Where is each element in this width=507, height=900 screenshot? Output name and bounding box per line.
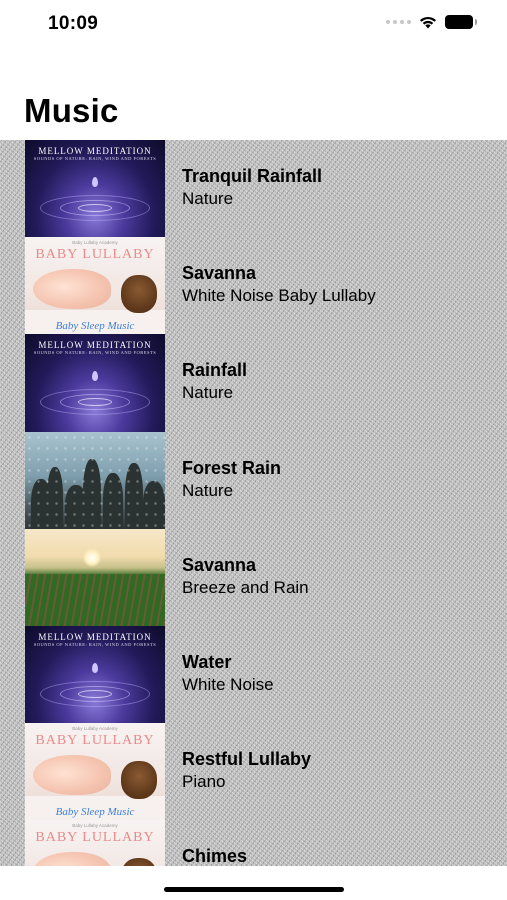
home-indicator[interactable] <box>164 887 344 892</box>
track-subtitle: Nature <box>182 189 234 208</box>
track-subtitle: Nature <box>182 383 234 403</box>
album-art-title: MELLOW MEDITATION <box>38 146 152 156</box>
album-art-footer: Baby Sleep Music <box>55 320 135 333</box>
track-title: Restful Lullaby <box>182 749 312 770</box>
album-art-baby-lullaby: Baby Lullaby AcademyBABY LULLABY Baby Sle… <box>25 723 165 821</box>
status-icons <box>386 15 477 29</box>
track-row[interactable]: MELLOW MEDITATION SOUNDS OF NATURE: RAIN,… <box>0 625 507 724</box>
water-drop-graphic <box>92 662 98 673</box>
track-row[interactable]: Forest Rain Nature <box>0 431 507 529</box>
album-art-artist: Baby Lullaby Academy <box>72 726 118 732</box>
status-time: 10:09 <box>48 13 99 34</box>
album-art-baby-lullaby: Baby Lullaby AcademyBABY LULLABYBaby Sle… <box>25 820 165 866</box>
teddy-bear-graphic <box>121 858 157 866</box>
raindrops-graphic <box>25 431 165 529</box>
track-title: Savanna <box>182 263 257 284</box>
track-title: Savanna <box>182 554 257 575</box>
sleeping-baby-graphic <box>33 755 111 796</box>
track-subtitle: Breeze and Rain <box>182 577 309 597</box>
ripple-graphic <box>78 689 112 698</box>
album-art-title: MELLOW MEDITATION <box>38 631 152 642</box>
track-subtitle: White Noise Baby Lullaby <box>182 286 376 306</box>
track-subtitle: White Noise <box>182 674 274 694</box>
album-art-mellow-meditation: MELLOW MEDITATION SOUNDS OF NATURE: RAIN,… <box>25 140 165 238</box>
ripple-graphic <box>78 204 112 213</box>
track-subtitle: Piano <box>182 772 226 792</box>
water-drop-graphic <box>92 371 98 382</box>
album-art-title: BABY LULLABY <box>35 830 155 846</box>
home-indicator-area <box>0 866 507 900</box>
album-art-mellow-meditation: MELLOW MEDITATION SOUNDS OF NATURE: RAIN,… <box>25 625 165 724</box>
track-row[interactable]: MELLOW MEDITATION SOUNDS OF NATURE: RAIN,… <box>0 140 507 238</box>
music-list[interactable]: MELLOW MEDITATION SOUNDS OF NATURE: RAIN,… <box>0 140 507 866</box>
album-art-artist: Baby Lullaby Academy <box>72 240 118 246</box>
track-row[interactable]: Baby Lullaby AcademyBABY LULLABYBaby Sle… <box>0 820 507 866</box>
water-drop-graphic <box>92 176 98 187</box>
album-art-mellow-meditation: MELLOW MEDITATION SOUNDS OF NATURE: RAIN,… <box>25 334 165 432</box>
album-art-subtitle: SOUNDS OF NATURE: RAIN, WIND AND FORESTS <box>33 350 157 356</box>
status-bar: 10:09 <box>0 0 507 50</box>
track-title: Tranquil Rainfall <box>182 166 323 186</box>
track-title: Rainfall <box>182 360 248 381</box>
cellular-signal-icon <box>386 20 411 24</box>
teddy-bear-graphic <box>121 275 157 314</box>
album-art-subtitle: SOUNDS OF NATURE: RAIN, WIND AND FORESTS <box>33 641 157 647</box>
track-row[interactable]: Baby Lullaby AcademyBABY LULLABY Baby Sle… <box>0 723 507 821</box>
album-art-baby-lullaby: Baby Lullaby AcademyBABY LULLABY Baby Sle… <box>25 237 165 335</box>
ripple-graphic <box>78 398 112 407</box>
sleeping-baby-graphic <box>33 269 111 310</box>
track-title: Forest Rain <box>182 457 282 478</box>
track-title: Chimes <box>182 846 248 866</box>
album-art-sunrise-field <box>25 528 165 626</box>
wifi-icon <box>420 16 436 28</box>
track-row[interactable]: MELLOW MEDITATION SOUNDS OF NATURE: RAIN,… <box>0 334 507 432</box>
teddy-bear-graphic <box>121 761 157 800</box>
sun-graphic <box>83 548 101 567</box>
track-row[interactable]: Savanna Breeze and Rain <box>0 528 507 626</box>
track-row[interactable]: Baby Lullaby AcademyBABY LULLABY Baby Sle… <box>0 237 507 335</box>
album-art-footer: Baby Sleep Music <box>55 806 135 819</box>
sleeping-baby-graphic <box>33 852 111 866</box>
page-title: Music <box>24 92 119 129</box>
battery-icon <box>445 15 477 29</box>
crop-rows-graphic <box>25 573 165 626</box>
album-art-title: MELLOW MEDITATION <box>38 340 152 351</box>
track-title: Water <box>182 651 232 672</box>
album-art-title: BABY LULLABY <box>35 733 155 749</box>
album-art-title: BABY LULLABY <box>35 247 155 263</box>
album-art-subtitle: SOUNDS OF NATURE: RAIN, WIND AND FORESTS <box>33 156 157 161</box>
album-art-forest-rain <box>25 431 165 529</box>
album-art-artist: Baby Lullaby Academy <box>72 823 118 829</box>
track-subtitle: Nature <box>182 480 234 500</box>
